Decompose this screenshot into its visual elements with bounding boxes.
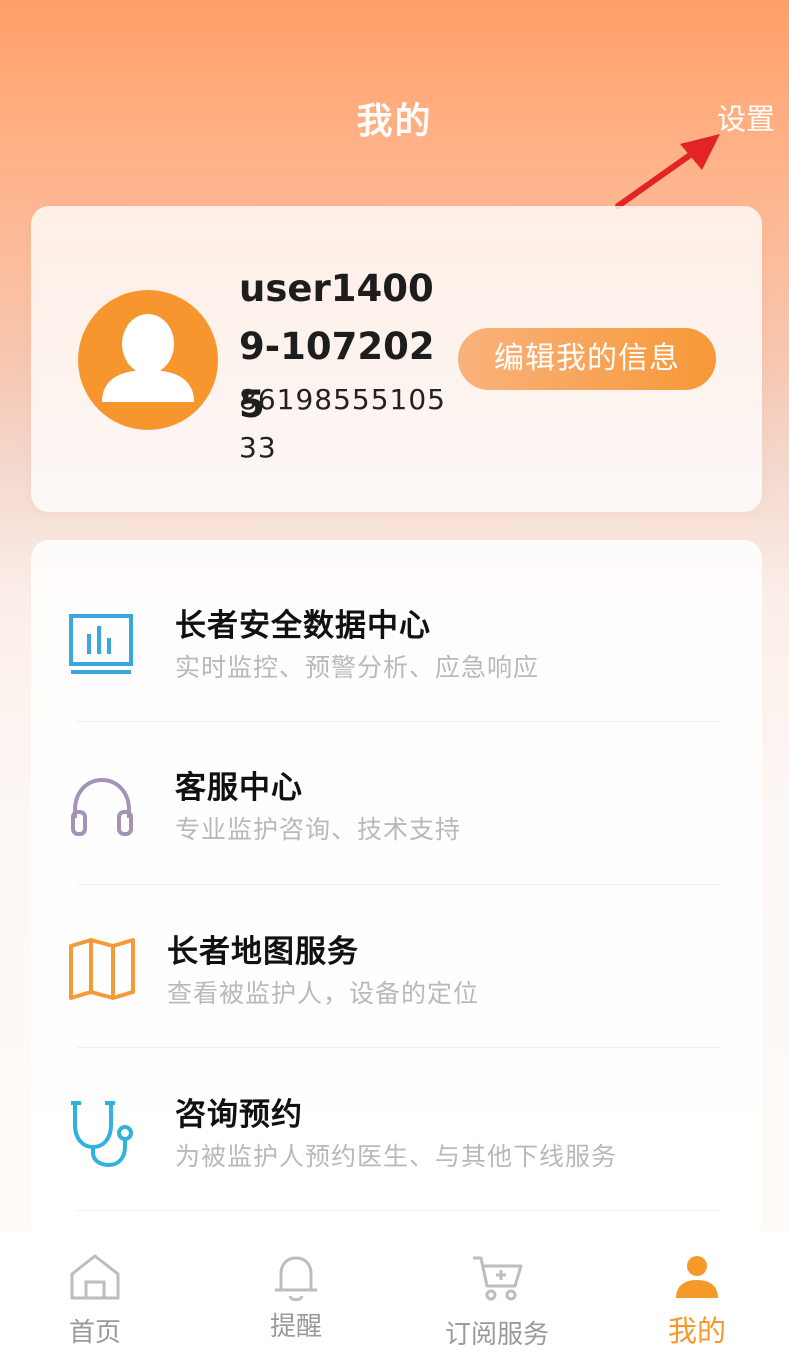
stethoscope-icon xyxy=(71,1101,133,1168)
edit-profile-button[interactable]: 编辑我的信息 xyxy=(458,328,716,390)
tab-home[interactable]: 首页 xyxy=(15,1232,175,1357)
tab-label: 提醒 xyxy=(269,1312,322,1342)
menu-item-title: 咨询预约 xyxy=(175,1097,303,1133)
menu-item-subtitle: 查看被监护人，设备的定位 xyxy=(167,979,480,1008)
menu-item-map-service[interactable]: 长者地图服务 查看被监护人，设备的定位 xyxy=(31,866,762,1029)
user-icon xyxy=(676,1256,718,1298)
user-silhouette-icon xyxy=(102,314,194,402)
cart-icon xyxy=(473,1256,523,1301)
tab-mine[interactable]: 我的 xyxy=(617,1232,777,1357)
bar-chart-icon xyxy=(69,614,133,674)
tab-label: 首页 xyxy=(68,1318,121,1348)
menu-item-title: 长者安全数据中心 xyxy=(175,608,431,644)
avatar[interactable] xyxy=(78,290,218,430)
menu-item-subtitle: 实时监控、预警分析、应急响应 xyxy=(175,653,540,682)
menu-item-subtitle: 为被监护人预约医生、与其他下线服务 xyxy=(175,1142,618,1171)
tab-bar: 首页 提醒 订阅服务 我的 xyxy=(0,1232,789,1357)
red-arrow-annotation-icon xyxy=(615,134,720,209)
menu-card: 长者安全数据中心 实时监控、预警分析、应急响应 客服中心 专业监护咨询、技术支持… xyxy=(31,540,762,1240)
divider xyxy=(77,1210,720,1211)
tab-reminders[interactable]: 提醒 xyxy=(216,1232,376,1357)
menu-item-safety-data-center[interactable]: 长者安全数据中心 实时监控、预警分析、应急响应 xyxy=(31,540,762,703)
profile-card: user14009-1072025 8619855510533 编辑我的信息 xyxy=(31,206,762,512)
map-icon xyxy=(69,938,135,1000)
menu-item-subtitle: 专业监护咨询、技术支持 xyxy=(175,815,462,844)
tab-label: 我的 xyxy=(667,1314,726,1348)
menu-item-title: 客服中心 xyxy=(175,770,303,806)
headset-icon xyxy=(71,777,133,836)
phone-number: 8619855510533 xyxy=(239,383,446,464)
home-icon xyxy=(70,1254,120,1300)
menu-item-title: 长者地图服务 xyxy=(167,934,359,970)
menu-item-consultation-booking[interactable]: 咨询预约 为被监护人预约医生、与其他下线服务 xyxy=(31,1029,762,1192)
tab-label: 订阅服务 xyxy=(444,1320,549,1350)
tab-subscription[interactable]: 订阅服务 xyxy=(417,1232,577,1357)
menu-item-customer-service[interactable]: 客服中心 专业监护咨询、技术支持 xyxy=(31,702,762,865)
bell-icon xyxy=(275,1256,317,1302)
